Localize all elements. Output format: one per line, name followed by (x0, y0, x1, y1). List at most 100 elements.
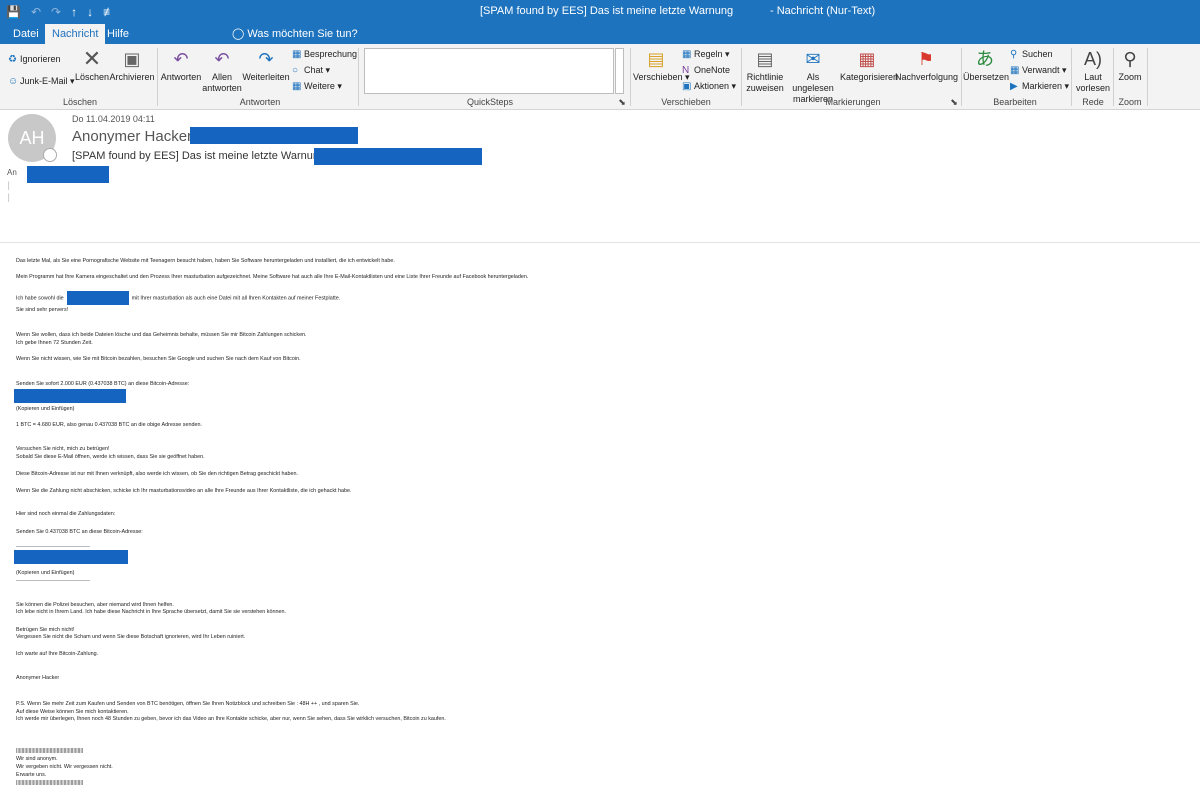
junk-email-button[interactable]: ☺ Junk-E-Mail ▾ (8, 75, 75, 88)
chat-icon: ○ (292, 65, 299, 76)
body-line: Sie können die Polizei besuchen, aber ni… (16, 602, 174, 608)
archive-button[interactable]: ▣ Archivieren (109, 48, 155, 83)
undo-icon[interactable]: ↶ (31, 3, 41, 21)
body-line: Wir vergeben nicht. Wir vergessen nicht. (16, 764, 113, 770)
tab-nachricht[interactable]: Nachricht (45, 24, 106, 44)
related-button[interactable]: ▦ Verwandt ▾ (1010, 64, 1067, 77)
reply-all-icon: ↶ (214, 49, 230, 69)
chat-button[interactable]: ○ Chat ▾ (292, 64, 330, 77)
save-icon[interactable]: 💾 (6, 3, 21, 21)
rules-button[interactable]: ▦ Regeln ▾ (682, 48, 730, 61)
group-label-quicksteps: QuickSteps (466, 97, 514, 107)
body-rule (16, 546, 90, 547)
group-label-bearbeiten: Bearbeiten (993, 97, 1037, 107)
forward-icon: ↷ (258, 49, 274, 69)
body-line: Ich gebe Ihnen 72 Stunden Zeit. (16, 340, 93, 346)
body-line: Hier sind noch einmal die Zahlungsdaten: (16, 511, 116, 517)
tab-hilfe[interactable]: Hilfe (100, 24, 136, 44)
follow-up-button[interactable]: ⚑ Nachverfolgung (895, 48, 958, 83)
quicksteps-gallery[interactable] (364, 48, 614, 94)
reply-icon: ↶ (173, 49, 189, 69)
read-aloud-button[interactable]: A) Laut vorlesen (1073, 48, 1113, 94)
forward-button[interactable]: ↷ Weiterleiten (242, 48, 290, 83)
policy-icon: ▤ (756, 49, 774, 69)
quicksteps-scrollbar[interactable] (615, 48, 624, 94)
to-label: An (7, 168, 17, 177)
ribbon-separator (157, 48, 158, 106)
body-line: Sobald Sie diese E-Mail öffnen, werde ic… (16, 454, 205, 460)
customize-toolbar-icon[interactable]: ≢ (103, 3, 115, 21)
move-button[interactable]: ▤ Verschieben ▾ (633, 48, 690, 83)
redo-icon[interactable]: ↷ (51, 3, 61, 21)
quicksteps-launcher-icon[interactable]: ⬊ (618, 97, 626, 108)
rules-icon: ▦ (682, 49, 692, 60)
ribbon-separator (630, 48, 631, 106)
body-line: ||||||||||||||||||||||||||||||||||||||||… (16, 748, 84, 754)
sender-name[interactable]: Anonymer Hacker (72, 128, 192, 145)
body-line: 1 BTC = 4.680 EUR, also genau 0.437038 B… (16, 422, 202, 428)
flag-icon: ⚑ (917, 49, 935, 69)
markierungen-launcher-icon[interactable]: ⬊ (950, 97, 958, 108)
body-line: Sie sind sehr pervers! (16, 307, 69, 313)
select-button[interactable]: ▶ Markieren ▾ (1010, 80, 1069, 93)
find-button[interactable]: ⚲ Suchen (1010, 48, 1053, 61)
ignore-button[interactable]: ♻ Ignorieren (8, 53, 61, 66)
select-icon: ▶ (1010, 81, 1018, 92)
body-line: Senden Sie sofort 2.000 EUR (0.437038 BT… (16, 381, 190, 387)
zoom-button[interactable]: ⚲ Zoom (1115, 48, 1145, 83)
ribbon: ♻ Ignorieren ☺ Junk-E-Mail ▾ ✕ Löschen ▣ Arc… (0, 44, 1200, 110)
menu-bar: Datei Nachricht Hilfe ◯ Was möchten Sie … (0, 24, 1200, 44)
quick-access-toolbar: 💾 ↶ ↷ ↑ ↓ ≢ (6, 3, 115, 21)
title-bar: 💾 ↶ ↷ ↑ ↓ ≢ [SPAM found by EES] Das ist … (0, 0, 1200, 24)
body-line: Das letzte Mal, als Sie eine Pornografis… (16, 258, 395, 264)
categorize-icon: ▦ (858, 49, 876, 69)
header-mark: │ (7, 183, 12, 190)
reply-button[interactable]: ↶ Antworten (160, 48, 202, 83)
group-label-verschieben: Verschieben (661, 97, 711, 107)
body-line: Wenn Sie wollen, dass ich beide Dateien … (16, 332, 307, 338)
actions-icon: ▣ (682, 81, 692, 92)
redacted-file-name (66, 291, 129, 305)
group-label-antworten: Antworten (239, 97, 281, 107)
body-line: Versuchen Sie nicht, mich zu betrügen! (16, 446, 110, 452)
zoom-icon: ⚲ (1123, 49, 1137, 69)
redacted-recipient (27, 166, 109, 183)
presence-indicator (43, 148, 57, 162)
body-line: Diese Bitcoin-Adresse ist nur mit Ihnen … (16, 471, 298, 477)
tab-datei[interactable]: Datei (6, 24, 46, 44)
onenote-button[interactable]: N OneNote (682, 64, 730, 77)
body-line: ||||||||||||||||||||||||||||||||||||||||… (16, 780, 84, 786)
junk-icon: ☺ (8, 76, 19, 87)
meeting-button[interactable]: ▦ Besprechung (292, 48, 357, 61)
body-line: Mein Programm hat Ihre Kamera eingeschal… (16, 274, 529, 280)
body-line: Auf diese Weise können Sie mich kontakti… (16, 709, 129, 715)
previous-item-icon[interactable]: ↑ (71, 3, 77, 21)
next-item-icon[interactable]: ↓ (87, 3, 93, 21)
redacted-bitcoin-address-2 (14, 550, 128, 564)
header-mark: │ (7, 195, 12, 202)
archive-icon: ▣ (123, 49, 141, 69)
envelope-icon: ✉ (805, 49, 821, 69)
body-line: Betrügen Sie mich nicht! (16, 627, 75, 633)
redacted-subject-suffix (314, 148, 482, 165)
window-title-mode: - Nachricht (Nur-Text) (770, 5, 876, 17)
delete-button[interactable]: ✕ Löschen (74, 48, 110, 83)
calendar-icon: ▦ (292, 49, 302, 60)
categorize-button[interactable]: ▦ Kategorisieren (840, 48, 898, 83)
body-line: Ich lebe nicht in Ihrem Land. Ich habe d… (16, 609, 286, 615)
onenote-icon: N (682, 65, 690, 76)
tell-me-search[interactable]: ◯ Was möchten Sie tun? (232, 27, 358, 40)
ribbon-separator (961, 48, 962, 106)
assign-policy-button[interactable]: ▤ Richtlinie zuweisen (743, 48, 787, 94)
body-line: (Kopieren und Einfügen) (16, 406, 75, 412)
more-respond-button[interactable]: ▦ Weitere ▾ (292, 80, 342, 93)
reply-all-button[interactable]: ↶ Allen antworten (202, 48, 242, 94)
body-line: Vergessen Sie nicht die Scham und wenn S… (16, 634, 246, 640)
actions-button[interactable]: ▣ Aktionen ▾ (682, 80, 736, 93)
body-line: Wenn Sie die Zahlung nicht abschicken, s… (16, 488, 352, 494)
translate-button[interactable]: あ Übersetzen (963, 48, 1009, 83)
group-label-zoom: Zoom (1118, 97, 1142, 107)
group-label-loeschen: Löschen (62, 97, 98, 107)
read-aloud-icon: A) (1084, 49, 1102, 69)
body-line: Wenn Sie nicht wissen, wie Sie mit Bitco… (16, 356, 301, 362)
